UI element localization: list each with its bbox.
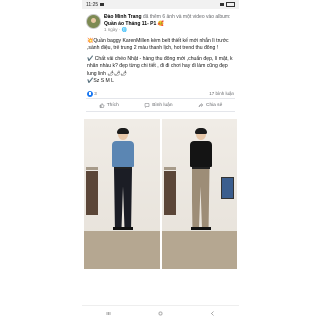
comment-button[interactable]: Bình luận — [144, 102, 173, 108]
author-name[interactable]: Đào Minh Trang — [104, 14, 142, 20]
like-label: Thích — [106, 102, 119, 108]
avatar[interactable] — [86, 14, 101, 29]
reaction-summary[interactable]: 3 — [87, 90, 97, 97]
back-icon[interactable] — [210, 310, 215, 316]
post-header: Đào Minh Trang đã thêm 6 ảnh và một vide… — [82, 9, 239, 36]
thumbs-up-icon — [99, 102, 104, 108]
android-nav-bar — [82, 305, 239, 320]
globe-icon: 🌐 — [121, 27, 128, 33]
share-icon — [198, 102, 204, 107]
door — [163, 171, 176, 215]
comment-count[interactable]: 17 bình luận — [209, 91, 234, 96]
reactions-row: 3 17 bình luận — [82, 89, 239, 98]
photo-grid — [82, 112, 239, 269]
emoji: 🥰 — [157, 20, 164, 27]
wall-picture — [221, 177, 234, 199]
comment-label: Bình luận — [152, 102, 173, 108]
model — [112, 128, 134, 230]
signal-icon — [220, 3, 224, 6]
home-icon[interactable] — [158, 311, 163, 316]
post-action-text: đã thêm 6 ảnh và một video vào album: — [142, 14, 231, 20]
phone-screen: 11:25 Đào Minh Trang đã thêm 6 ảnh và mộ… — [82, 0, 239, 320]
like-reaction-icon — [87, 90, 93, 97]
album-link[interactable]: Quần áo Tháng 11- P1 — [104, 21, 156, 27]
post-body: 💥Quần baggy KarenMillen kèm belt thiết k… — [82, 36, 239, 85]
post-paragraph: 💥Quần baggy KarenMillen kèm belt thiết k… — [87, 37, 229, 51]
post-paragraph: ✔️ Chất vải chéo Nhật - hàng thu đông mớ… — [87, 56, 233, 84]
like-button[interactable]: Thích — [99, 103, 119, 108]
share-button[interactable]: Chia sẻ — [198, 102, 223, 108]
screen: 11:25 Đào Minh Trang đã thêm 6 ảnh và mộ… — [0, 0, 320, 320]
post-time: 1 ngày — [104, 27, 118, 33]
post-header-text: Đào Minh Trang đã thêm 6 ảnh và một vide… — [104, 14, 231, 33]
action-bar: Thích Bình luận Chia sẻ — [86, 98, 235, 112]
door — [86, 171, 98, 215]
recent-apps-icon[interactable] — [106, 311, 111, 316]
photo-blue-top[interactable] — [84, 119, 160, 269]
status-time: 11:25 — [86, 1, 99, 8]
model — [189, 128, 212, 230]
photo-black-top[interactable] — [161, 119, 237, 269]
share-label: Chia sẻ — [205, 102, 223, 108]
notification-icon — [100, 3, 105, 6]
battery-icon — [226, 2, 235, 7]
status-bar: 11:25 — [82, 0, 239, 9]
reaction-count: 3 — [94, 90, 97, 96]
comment-icon — [144, 102, 150, 108]
